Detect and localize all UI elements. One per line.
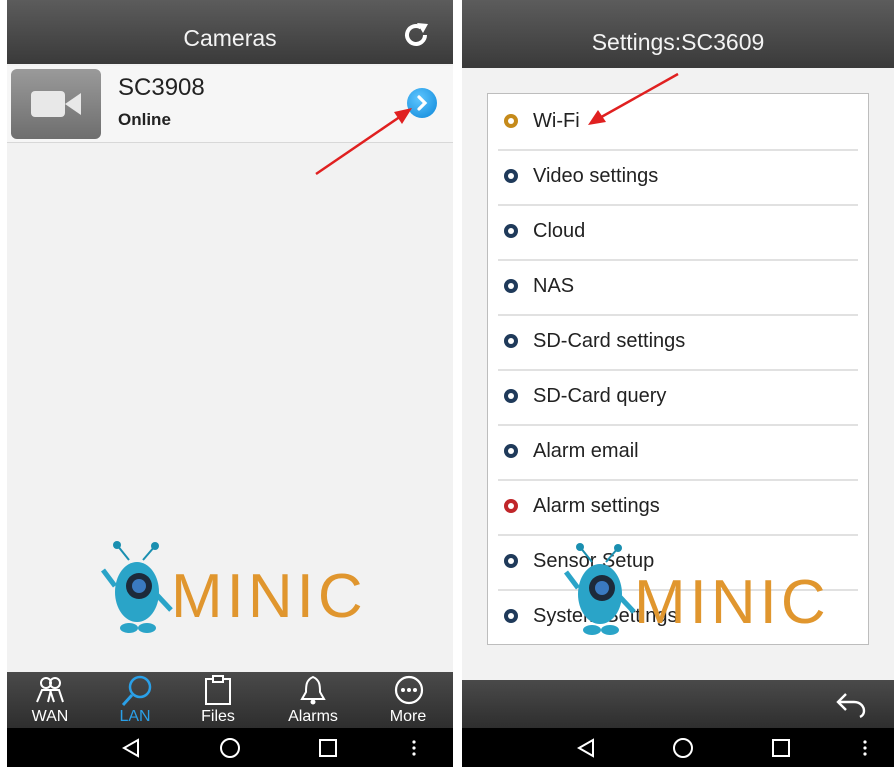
info-dot-icon [504,279,518,293]
item-label: NAS [533,275,575,297]
bell-icon [300,675,326,705]
camera-name: SC3908 [118,74,205,101]
sdcard-dot-icon [504,334,518,348]
back-nav-icon[interactable] [575,737,597,759]
screen-title: Cameras [183,25,277,51]
item-label: Alarm settings [533,495,660,517]
tab-label: Files [201,708,235,725]
bottom-tab-bar: WAN LAN Files Alarms More [7,672,453,728]
settings-item-cloud[interactable]: Cloud [498,204,858,261]
robot-mascot-icon [564,543,636,635]
settings-item-sdcard-query[interactable]: SD-Card query [498,369,858,426]
top-bar: Settings:SC3609 [462,0,894,68]
users-icon [36,677,64,703]
overflow-menu-icon[interactable] [409,737,419,759]
recents-nav-icon[interactable] [770,737,792,759]
tab-more[interactable]: More [368,672,448,728]
robot-mascot-icon [101,541,173,633]
tab-label: Alarms [288,708,338,725]
more-icon [394,675,424,705]
bottom-bar [462,680,894,728]
settings-item-sdcard-settings[interactable]: SD-Card settings [498,314,858,371]
item-label: Video settings [533,165,659,187]
logo-text: MINIC [171,562,367,631]
item-label: Alarm email [533,440,639,462]
overflow-menu-icon[interactable] [860,737,870,759]
item-label: SD-Card query [533,385,667,407]
tab-lan[interactable]: LAN [95,672,175,728]
settings-item-video[interactable]: Video settings [498,149,858,206]
item-label: Cloud [533,220,586,242]
alarm-dot-icon [504,499,518,513]
sensor-dot-icon [504,554,518,568]
refresh-icon[interactable] [401,20,431,50]
home-nav-icon[interactable] [672,737,694,759]
cameras-screen: Cameras SC3908 Online MINIC WAN LAN File… [7,0,453,767]
video-camera-icon [31,91,81,117]
settings-item-alarm-settings[interactable]: Alarm settings [498,479,858,536]
tab-label: LAN [119,708,151,725]
clipboard-icon [205,675,231,705]
camera-status: Online [118,110,171,129]
annotation-arrow [588,72,679,125]
search-icon [121,675,152,707]
search-dot-icon [504,389,518,403]
email-dot-icon [504,444,518,458]
back-arrow-icon[interactable] [836,690,866,718]
minic-logo: MINIC [99,540,369,635]
settings-item-alarm-email[interactable]: Alarm email [498,424,858,481]
top-bar: Cameras [7,0,453,64]
tab-files[interactable]: Files [178,672,258,728]
item-label: SD-Card settings [533,330,686,352]
android-nav-bar [7,728,453,767]
wifi-dot-icon [504,114,518,128]
item-label: Wi-Fi [533,110,580,132]
video-dot-icon [504,169,518,183]
camera-thumbnail [11,69,101,139]
settings-item-nas[interactable]: NAS [498,259,858,316]
minic-logo: MINIC [522,542,842,637]
settings-screen: Settings:SC3609 Wi-Fi Video settings Clo… [462,0,894,767]
tab-label: WAN [31,708,69,725]
recents-nav-icon[interactable] [317,737,339,759]
tab-label: More [389,708,427,725]
annotation-arrow [315,108,412,176]
cloud-dot-icon [504,224,518,238]
tab-wan[interactable]: WAN [10,672,90,728]
home-nav-icon[interactable] [219,737,241,759]
android-nav-bar [462,728,894,767]
back-nav-icon[interactable] [120,737,142,759]
logo-text: MINIC [634,568,830,637]
tab-alarms[interactable]: Alarms [273,672,353,728]
info-dot-icon [504,609,518,623]
